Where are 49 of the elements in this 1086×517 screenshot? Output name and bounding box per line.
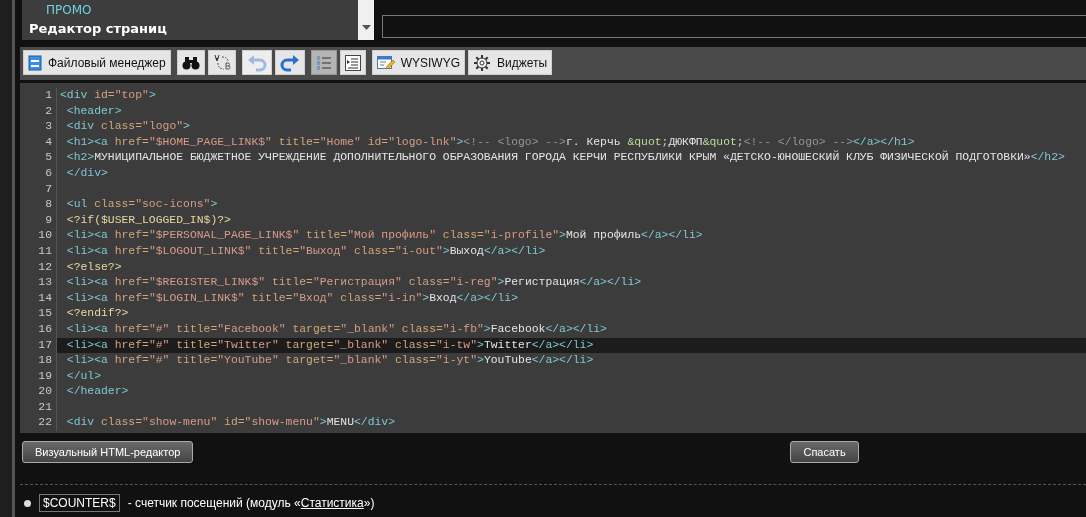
code-line: <li><a href="#" title="YouTube" target="_blank" class="i-yt">YouTube</a></li> [65, 353, 594, 369]
input-field[interactable] [382, 15, 1086, 38]
code-line: <li><a href="$PERSONAL_PAGE_LINK$" title="Мой профиль" class="i-profile">Мой профиль</a></li> [65, 228, 703, 244]
variable-description: - счетчик посещений (модуль «Статистика») [127, 496, 375, 510]
scrollbar[interactable] [358, 0, 374, 40]
numbered-list-icon [315, 54, 332, 71]
code-line: <?if($USER_LOGGED_IN$)?> [65, 212, 231, 228]
code-line: <li><a href="$LOGIN_LINK$" title="Вход" class="i-in">Вход</a></li> [65, 290, 519, 306]
code-line: <li><a href="#" title="Facebook" target="_blank" class="i-fb">Facebook</a></li> [65, 321, 607, 337]
sidebar-link[interactable]: ПРОМО [46, 3, 358, 17]
code-line: <?else?> [65, 259, 122, 275]
variable-code[interactable]: $COUNTER$ [39, 494, 120, 512]
code-line: <h2>МУНИЦИПАЛЬНОЕ БЮДЖЕТНОЕ УЧРЕЖДЕНИЕ ДОПОЛНИТЕЛЬНОГО ОБРАЗОВАНИЯ ГОРОДА КЕРЧИ РЕСПУБЛИКИ КРЫМ «ДЕТСКО-ЮНОШЕСКИЙ КЛУБ ФИЗИЧЕСКОЙ ПОДГОТОВКИ»</h2> [65, 150, 1065, 166]
code-line: <ul class="soc-icons"> [65, 197, 218, 213]
gear-icon [473, 53, 492, 72]
code-line: <header> [65, 103, 122, 119]
save-button[interactable]: Спасать [790, 441, 859, 463]
code-line: <div id="top"> [60, 88, 156, 103]
code-line: <?endif?> [65, 306, 129, 322]
code-line: <li><a href="#" title="Twitter" target="_blank" class="i-tw">Twitter</a></li> [65, 337, 594, 353]
scroll-down-icon[interactable] [361, 25, 371, 30]
swap-letters-icon [212, 53, 231, 72]
indent-button[interactable] [339, 50, 366, 75]
swap-letters-button[interactable] [207, 50, 236, 75]
toolbar-button[interactable]: Файловый менеджер [23, 50, 171, 75]
window-pencil-icon [376, 54, 395, 71]
code-editor[interactable] [20, 83, 1086, 433]
code-line: <li><a href="$REGISTER_LINK$" title="Регистрация" class="i-reg">Регистрация</a></li> [65, 275, 642, 291]
visual-editor-button[interactable]: Визуальный HTML-редактор [22, 441, 194, 463]
code-line: </ul> [65, 368, 101, 384]
binoculars-icon [181, 55, 200, 70]
code-line: </div> [65, 165, 108, 181]
redo-icon [279, 53, 300, 72]
toolbar-button[interactable]: WYSIWYG [371, 50, 466, 75]
numbered-list-button[interactable] [310, 50, 337, 75]
bullet-icon [24, 499, 31, 507]
code-line: </header> [65, 384, 129, 400]
binoculars-button[interactable] [176, 50, 205, 75]
module-link[interactable]: Статистика [300, 496, 364, 510]
code-line: <div class="logo"> [65, 119, 190, 135]
undo-icon [246, 53, 267, 72]
sidebar-heading: Редактор страниц [29, 21, 168, 36]
toolbar-button[interactable]: Виджеты [468, 50, 553, 75]
indent-icon [344, 54, 361, 71]
code-line: <div class="show-menu" id="show-menu">MENU</div> [65, 415, 395, 431]
redo-button[interactable] [274, 50, 305, 75]
code-line: <li><a href="$LOGOUT_LINK$" title="Выход" class="i-out">Выход</a></li> [65, 243, 546, 259]
cabinet-icon [28, 54, 42, 71]
code-line: <h1><a href="$HOME_PAGE_LINK$" title="Home" id="logo-lnk"><!-- <logo> -->г. Керчь &quot;ДЮКФП&quot;<!-- </logo> --></a></h1> [65, 134, 915, 150]
